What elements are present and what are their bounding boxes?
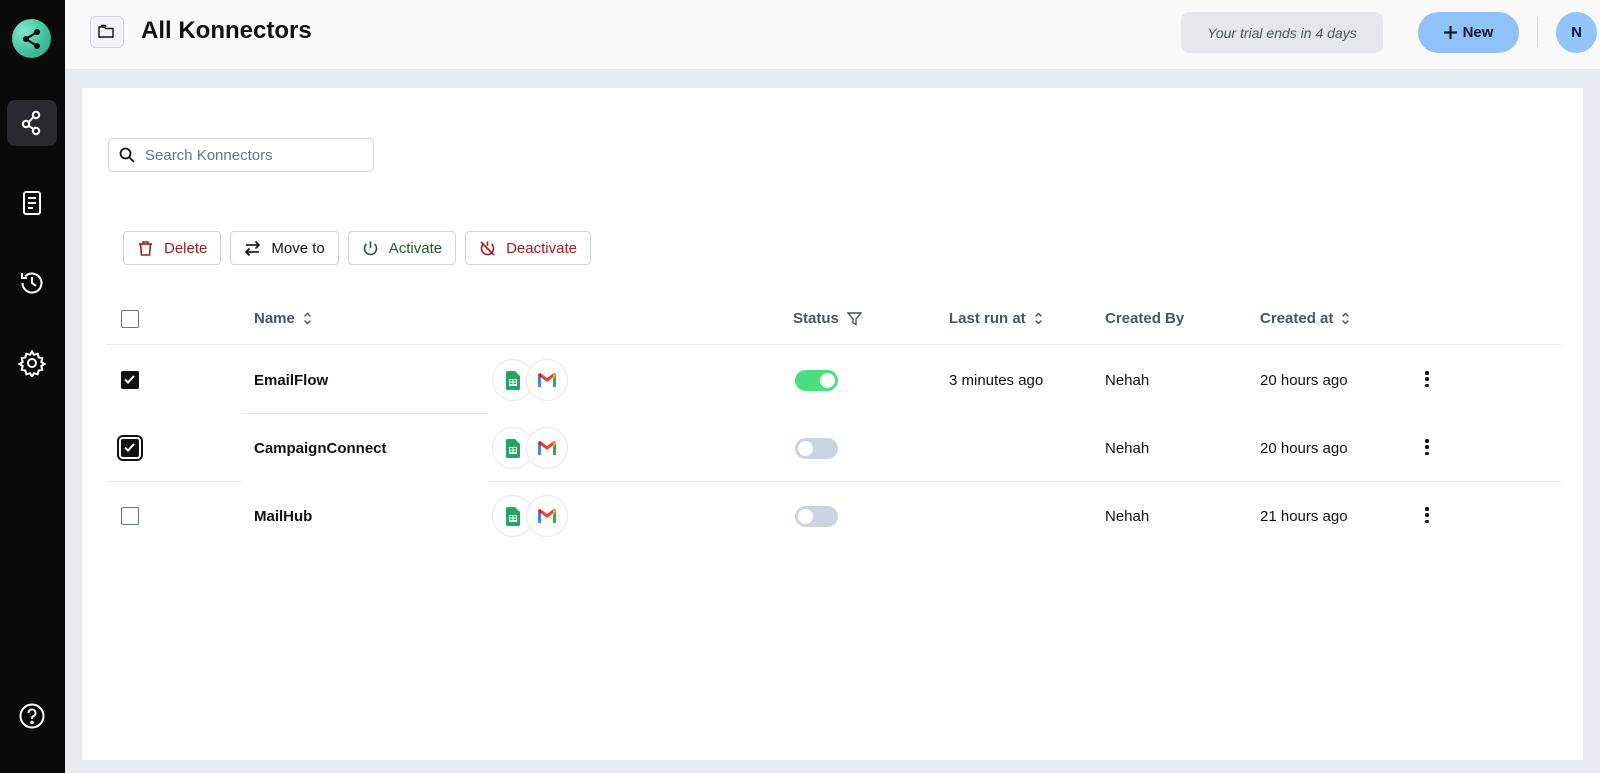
main-panel: Delete Move to Activate Deactivate Name [82, 88, 1583, 760]
table-row[interactable]: CampaignConnect Nehah 20 hours ago [106, 414, 1561, 482]
app-icons [492, 495, 568, 537]
created-by: Nehah [1105, 440, 1150, 457]
table-row[interactable]: EmailFlow 3 minutes ago Nehah 20 hours a… [106, 346, 1561, 414]
sort-icon [1034, 312, 1042, 325]
column-header-created-by: Created By [1105, 310, 1185, 327]
share-nodes-icon [21, 110, 41, 136]
sort-icon [303, 312, 311, 325]
status-toggle[interactable] [795, 438, 838, 459]
checkmark-icon [124, 375, 135, 384]
sort-icon [1342, 312, 1350, 325]
top-bar: All Konnectors Your trial ends in 4 days… [65, 0, 1600, 70]
help-button[interactable] [7, 693, 57, 739]
trial-banner: Your trial ends in 4 days [1181, 12, 1383, 53]
row-checkbox[interactable] [121, 507, 139, 525]
checkmark-icon [124, 443, 135, 452]
activate-label: Activate [388, 239, 443, 257]
created-at: 21 hours ago [1260, 508, 1348, 525]
toggle-knob [798, 509, 813, 524]
power-icon [363, 241, 377, 255]
column-header-status[interactable]: Status [793, 310, 862, 327]
share-nodes-icon [22, 28, 40, 49]
folder-icon [98, 24, 114, 38]
avatar[interactable]: N [1556, 12, 1597, 53]
table-header: Name Status Last run at Created By Creat… [106, 293, 1561, 345]
gmail-icon [526, 495, 568, 537]
trash-icon [139, 240, 152, 256]
toggle-knob [798, 441, 813, 456]
document-icon [23, 191, 41, 215]
row-checkbox[interactable] [117, 435, 143, 461]
gmail-icon [526, 359, 568, 401]
help-icon [19, 703, 45, 729]
sidebar-item-logs[interactable] [7, 180, 57, 226]
sidebar-item-konnectors[interactable] [7, 100, 57, 146]
bulk-actions: Delete Move to Activate Deactivate [123, 231, 591, 265]
select-all-checkbox[interactable] [121, 310, 139, 328]
sidebar-item-settings[interactable] [7, 340, 57, 386]
plus-icon [1443, 26, 1457, 39]
created-by: Nehah [1105, 508, 1150, 525]
row-menu-button[interactable] [1420, 368, 1434, 390]
divider [1537, 17, 1538, 47]
app-logo[interactable] [12, 19, 51, 58]
app-icons [492, 359, 568, 401]
column-header-last-run[interactable]: Last run at [949, 310, 1043, 327]
konnector-name[interactable]: MailHub [254, 508, 312, 525]
search-box[interactable] [108, 138, 374, 172]
new-button-label: New [1462, 24, 1494, 41]
activate-button[interactable]: Activate [347, 231, 457, 265]
folder-toggle-button[interactable] [90, 16, 124, 48]
sidebar-item-history[interactable] [7, 260, 57, 306]
konnector-name[interactable]: CampaignConnect [254, 440, 387, 457]
row-menu-button[interactable] [1420, 504, 1434, 526]
gear-icon [18, 349, 46, 377]
column-header-name[interactable]: Name [254, 310, 312, 327]
sidebar [0, 0, 65, 773]
row-menu-button[interactable] [1420, 436, 1434, 458]
row-checkbox[interactable] [121, 371, 139, 389]
delete-button[interactable]: Delete [123, 231, 222, 265]
search-input[interactable] [145, 146, 355, 164]
column-header-created-at[interactable]: Created at [1260, 310, 1350, 327]
gmail-icon [526, 427, 568, 469]
created-by: Nehah [1105, 372, 1150, 389]
move-to-button[interactable]: Move to [230, 231, 339, 265]
toggle-knob [820, 373, 835, 388]
created-at: 20 hours ago [1260, 440, 1348, 457]
status-toggle[interactable] [795, 506, 838, 527]
new-konnector-button[interactable]: New [1418, 12, 1519, 53]
konnector-name[interactable]: EmailFlow [254, 372, 328, 389]
search-icon [119, 147, 135, 163]
swap-arrows-icon [245, 240, 261, 256]
deactivate-label: Deactivate [506, 239, 577, 257]
history-icon [21, 272, 43, 294]
last-run-at: 3 minutes ago [949, 372, 1044, 389]
filter-icon [846, 311, 862, 326]
created-at: 20 hours ago [1260, 372, 1348, 389]
power-off-icon [480, 240, 495, 256]
app-icons [492, 427, 568, 469]
page-title: All Konnectors [141, 17, 312, 44]
delete-label: Delete [164, 239, 208, 257]
status-toggle[interactable] [795, 370, 838, 391]
deactivate-button[interactable]: Deactivate [465, 231, 591, 265]
table-row[interactable]: MailHub Nehah 21 hours ago [106, 482, 1561, 550]
move-to-label: Move to [271, 239, 325, 257]
